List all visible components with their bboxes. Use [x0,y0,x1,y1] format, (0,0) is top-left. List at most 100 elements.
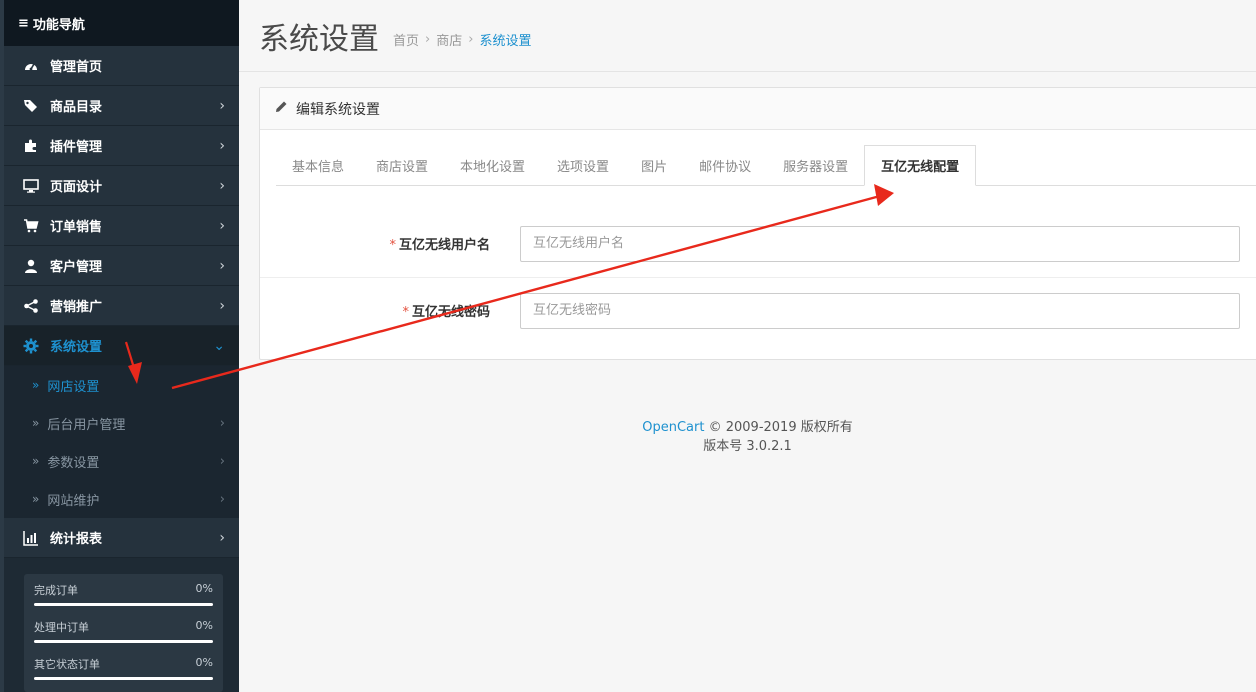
field-label-text: 互亿无线用户名 [398,238,490,253]
sidebar-subitem-label: 后台用户管理 [47,417,126,433]
double-chevron-icon: » [32,454,40,468]
chevron-right-icon: › [219,491,225,507]
tab-store[interactable]: 商店设置 [360,145,444,185]
tab-general[interactable]: 基本信息 [276,145,360,185]
chevron-right-icon: › [219,453,225,469]
sidebar-item-label: 订单销售 [50,220,103,235]
chevron-right-icon: › [219,137,225,154]
sidebar-item-label: 系统设置 [50,340,103,355]
pencil-icon [275,100,288,117]
chevron-right-icon: › [219,177,225,194]
sidebar-subitem-localisation[interactable]: » 参数设置 › [4,442,239,480]
panel-title: 编辑系统设置 [296,101,380,118]
sidebar: ≡ 功能导航 管理首页 商品目录 › 插件管理 › 页面设计 › 订单销售 › … [0,0,239,692]
sms-username-input[interactable] [520,225,1240,262]
sidebar-item-design[interactable]: 页面设计 › [4,166,239,206]
form-row-password: * 互亿无线密码 [260,277,1256,344]
field-label-text: 互亿无线密码 [411,305,490,320]
dashboard-icon [22,57,40,75]
opencart-link[interactable]: OpenCart [642,420,704,435]
settings-tabs: 基本信息 商店设置 本地化设置 选项设置 图片 邮件协议 服务器设置 互亿无线配… [276,145,1256,186]
stat-completed: 完成订单 0% [34,582,213,606]
stat-processing: 处理中订单 0% [34,619,213,643]
nav-header-label: 功能导航 [32,17,85,33]
chevron-right-icon: › [219,97,225,114]
tab-mail[interactable]: 邮件协议 [683,145,767,185]
tab-localisation[interactable]: 本地化设置 [444,145,541,185]
stat-value: 0% [195,656,213,669]
menu-icon: ≡ [18,15,29,31]
chevron-right-icon: › [219,297,225,314]
panel-heading: 编辑系统设置 [260,88,1256,130]
share-icon [22,297,40,315]
tab-sms-config[interactable]: 互亿无线配置 [864,145,977,186]
sms-password-input[interactable] [520,292,1240,329]
stat-value: 0% [195,619,213,632]
breadcrumb-home[interactable]: 首页 [393,30,419,49]
progress-bar [34,677,213,680]
sidebar-item-marketing[interactable]: 营销推广 › [4,286,239,326]
sidebar-subitem-label: 参数设置 [47,455,100,471]
double-chevron-icon: » [32,492,40,506]
chevron-right-icon: › [219,257,225,274]
sidebar-subitem-label: 网站维护 [47,493,100,509]
double-chevron-icon: » [32,378,40,392]
page-title: 系统设置 [259,21,379,57]
double-chevron-icon: » [32,416,40,430]
stat-value: 0% [195,582,213,595]
tab-option[interactable]: 选项设置 [541,145,625,185]
tab-server[interactable]: 服务器设置 [767,145,864,185]
page-header: 系统设置 首页 › 商店 › 系统设置 [239,0,1256,72]
gear-icon [22,337,40,355]
bar-chart-icon [22,529,40,547]
sidebar-item-sales[interactable]: 订单销售 › [4,206,239,246]
sidebar-subitem-label: 网店设置 [47,379,100,395]
order-stats: 完成订单 0% 处理中订单 0% 其它状态订单 0% [24,574,223,692]
field-label: * 互亿无线密码 [260,301,520,320]
sidebar-item-label: 商品目录 [50,100,103,115]
breadcrumb: 首页 › 商店 › 系统设置 [393,30,531,49]
field-label: * 互亿无线用户名 [260,234,520,253]
tab-image[interactable]: 图片 [625,145,683,185]
sidebar-item-catalog[interactable]: 商品目录 › [4,86,239,126]
tags-icon [22,97,40,115]
sidebar-subitem-store-settings[interactable]: » 网店设置 [4,366,239,404]
sidebar-item-dashboard[interactable]: 管理首页 [4,46,239,86]
sidebar-subitem-users[interactable]: » 后台用户管理 › [4,404,239,442]
sidebar-item-label: 管理首页 [50,60,103,75]
required-marker: * [389,238,396,253]
chevron-down-icon: ⌄ [213,337,225,354]
user-icon [22,257,40,275]
progress-bar [34,603,213,606]
stat-label: 其它状态订单 [34,658,100,671]
stat-label: 处理中订单 [34,621,89,634]
copyright-text: © 2009-2019 版权所有 [704,420,853,435]
chevron-right-icon: › [219,415,225,431]
sidebar-item-label: 客户管理 [50,260,103,275]
sidebar-item-customers[interactable]: 客户管理 › [4,246,239,286]
stat-label: 完成订单 [34,584,78,597]
desktop-icon [22,177,40,195]
settings-panel: 编辑系统设置 基本信息 商店设置 本地化设置 选项设置 图片 邮件协议 服务器设… [259,87,1256,360]
sidebar-item-label: 页面设计 [50,180,103,195]
footer: OpenCart © 2009-2019 版权所有 版本号 3.0.2.1 [239,418,1256,456]
breadcrumb-separator: › [425,32,431,47]
required-marker: * [402,305,409,320]
progress-bar [34,640,213,643]
sidebar-item-label: 营销推广 [50,300,103,315]
chevron-right-icon: › [219,529,225,546]
nav-header[interactable]: ≡ 功能导航 [4,0,239,46]
sidebar-item-extensions[interactable]: 插件管理 › [4,126,239,166]
puzzle-icon [22,137,40,155]
sidebar-item-system[interactable]: 系统设置 ⌄ [4,326,239,366]
breadcrumb-separator: › [468,32,474,47]
sidebar-item-label: 统计报表 [50,532,103,547]
sidebar-item-reports[interactable]: 统计报表 › [4,518,239,558]
main-content: 系统设置 首页 › 商店 › 系统设置 编辑系统设置 基本信息 商店设置 本地化… [239,0,1256,692]
breadcrumb-store[interactable]: 商店 [436,30,462,49]
version-text: 版本号 3.0.2.1 [703,439,792,454]
cart-icon [22,217,40,235]
breadcrumb-current[interactable]: 系统设置 [479,30,531,49]
form-row-username: * 互亿无线用户名 [260,210,1256,277]
sidebar-subitem-maintenance[interactable]: » 网站维护 › [4,480,239,518]
